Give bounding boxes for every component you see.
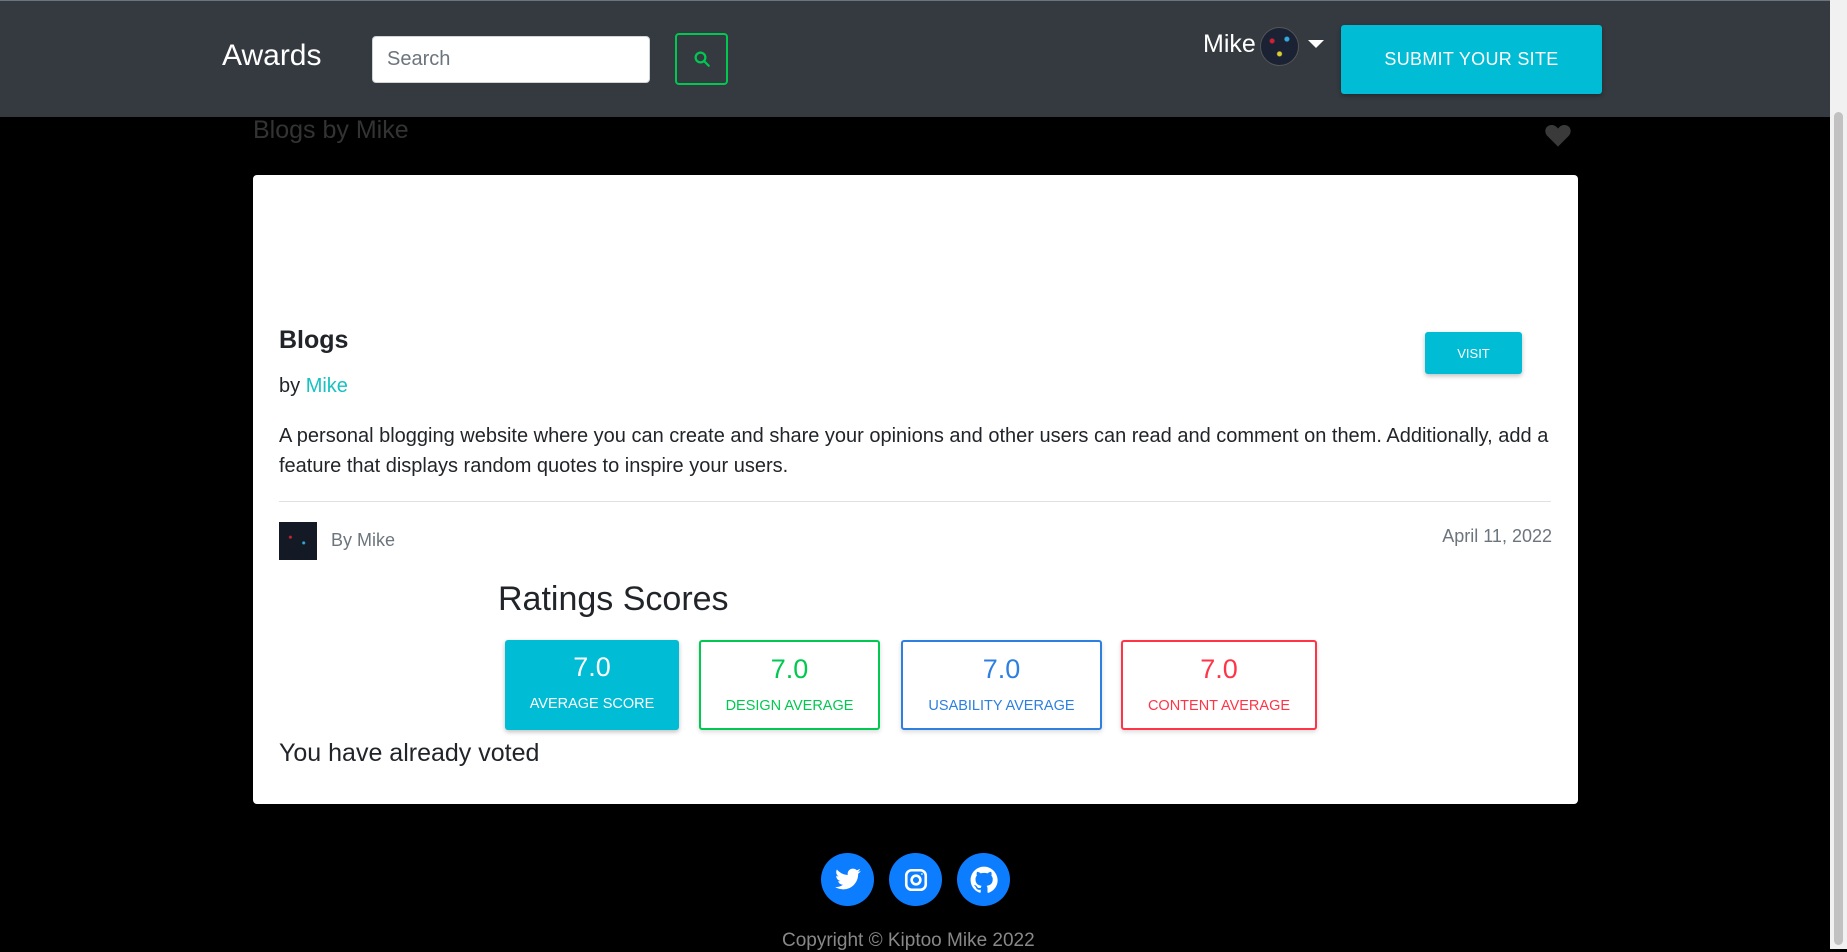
byline-prefix: by xyxy=(279,375,301,397)
twitter-icon xyxy=(834,868,861,889)
divider xyxy=(279,501,1551,502)
brand-logo[interactable]: Awards xyxy=(222,39,322,73)
usability-average-label: USABILITY AVERAGE xyxy=(928,698,1075,714)
visit-button[interactable]: VISIT xyxy=(1425,332,1522,374)
project-card: Blogs by Mike VISIT A personal blogging … xyxy=(253,175,1578,804)
instagram-link[interactable] xyxy=(889,853,942,906)
author-name: By Mike xyxy=(331,530,396,550)
user-avatar[interactable] xyxy=(1260,27,1299,66)
design-average-value: 7.0 xyxy=(770,654,809,684)
github-icon xyxy=(970,866,998,893)
scrollbar-thumb[interactable] xyxy=(1834,112,1843,945)
content-average-label: CONTENT AVERAGE xyxy=(1147,698,1291,714)
user-menu-name[interactable]: Mike xyxy=(1203,30,1256,59)
author-avatar xyxy=(279,522,317,560)
content-average-value: 7.0 xyxy=(1200,654,1238,684)
twitter-link[interactable] xyxy=(821,853,874,906)
project-byline: by Mike xyxy=(279,375,348,398)
navbar: Awards Mike SUBMIT YOUR SITE xyxy=(0,0,1830,117)
project-title: Blogs xyxy=(279,326,349,354)
search-input[interactable] xyxy=(372,36,650,83)
search-icon xyxy=(694,51,710,67)
submit-site-button[interactable]: SUBMIT YOUR SITE xyxy=(1341,25,1602,94)
page-title: Blogs by Mike xyxy=(253,116,409,144)
instagram-icon xyxy=(904,868,927,891)
average-score-card: 7.0 AVERAGE SCORE xyxy=(505,640,679,730)
content-average-card: 7.0 CONTENT AVERAGE xyxy=(1121,640,1317,730)
design-average-card: 7.0 DESIGN AVERAGE xyxy=(699,640,880,730)
project-description: A personal blogging website where you ca… xyxy=(279,425,1549,477)
heart-icon[interactable] xyxy=(1544,122,1572,148)
page-scrollbar[interactable] xyxy=(1830,0,1847,949)
post-date: April 11, 2022 xyxy=(1442,526,1552,546)
author-link[interactable]: Mike xyxy=(306,375,348,397)
usability-average-value: 7.0 xyxy=(982,654,1021,684)
search-button[interactable] xyxy=(675,33,728,85)
chevron-down-icon[interactable] xyxy=(1308,40,1324,48)
design-average-label: DESIGN AVERAGE xyxy=(725,698,854,714)
github-link[interactable] xyxy=(957,853,1010,906)
ratings-title: Ratings Scores xyxy=(498,580,729,618)
average-score-label: AVERAGE SCORE xyxy=(529,696,655,712)
voted-message: You have already voted xyxy=(279,739,540,767)
usability-average-card: 7.0 USABILITY AVERAGE xyxy=(901,640,1102,730)
average-score-value: 7.0 xyxy=(573,652,611,682)
